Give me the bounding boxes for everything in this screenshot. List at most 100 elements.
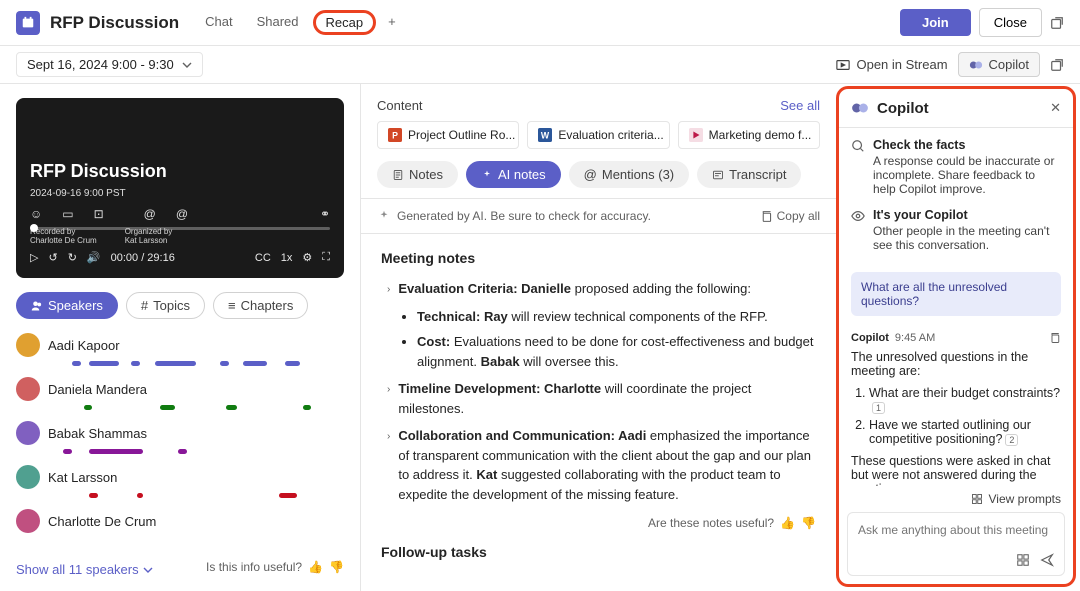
transcript-tab[interactable]: Transcript — [697, 161, 801, 188]
pin-icon[interactable]: ⊡ — [94, 207, 104, 221]
yours-title: It's your Copilot — [873, 208, 1061, 222]
popout-icon[interactable] — [1050, 57, 1064, 73]
sparkle-icon — [481, 169, 493, 181]
speaker-timeline[interactable] — [48, 537, 344, 543]
speaker-timeline[interactable] — [48, 493, 344, 499]
close-button[interactable]: Close — [979, 8, 1042, 37]
reference-badge[interactable]: 1 — [872, 402, 885, 414]
copilot-input-box — [847, 512, 1065, 576]
file-chip[interactable]: WEvaluation criteria... — [527, 121, 669, 149]
close-icon[interactable]: ✕ — [1050, 100, 1061, 116]
content-files: PProject Outline Ro... WEvaluation criter… — [361, 121, 836, 161]
play-button[interactable]: ▷ — [30, 251, 38, 264]
header: RFP Discussion Chat Shared Recap + Join … — [0, 0, 1080, 46]
chapters-tab[interactable]: ≡ Chapters — [213, 292, 308, 319]
middle-panel: Content See all PProject Outline Ro... WE… — [360, 84, 836, 591]
speaker-row[interactable]: Kat Larsson — [16, 465, 344, 499]
notes-body: Meeting notes › Evaluation Criteria: Dan… — [361, 234, 836, 591]
copy-all-button[interactable]: Copy all — [760, 209, 820, 223]
file-name: Marketing demo f... — [709, 128, 812, 142]
cc-button[interactable]: CC — [255, 252, 271, 264]
people-icon[interactable]: ⚭ — [320, 207, 330, 221]
response-item: Have we started outlining our competitiv… — [869, 418, 1061, 446]
thumbs-up-icon[interactable]: 👍 — [308, 560, 323, 574]
view-prompts-button[interactable]: View prompts — [839, 486, 1073, 512]
forward-button[interactable]: ↻ — [68, 251, 77, 264]
copilot-input[interactable] — [848, 513, 1064, 547]
facts-title: Check the facts — [873, 138, 1061, 152]
popout-icon[interactable] — [1050, 15, 1064, 31]
ai-notes-tab[interactable]: AI notes — [466, 161, 561, 188]
topics-tab[interactable]: # Topics — [126, 292, 205, 319]
open-in-stream-button[interactable]: Open in Stream — [836, 57, 947, 72]
stream-icon — [836, 58, 850, 72]
user-prompt: What are all the unresolved questions? — [851, 272, 1061, 316]
show-all-speakers[interactable]: Show all 11 speakers — [16, 562, 153, 577]
volume-button[interactable]: 🔊 — [87, 251, 101, 264]
video-player[interactable]: RFP Discussion 2024-09-16 9:00 PST ☺ ▭ ⊡… — [16, 98, 344, 278]
reference-badge[interactable]: 2 — [1005, 434, 1018, 446]
settings-icon[interactable]: ⚙ — [302, 251, 312, 264]
speaker-timeline[interactable] — [48, 405, 344, 411]
video-icon[interactable]: ▭ — [62, 207, 73, 221]
progress-bar[interactable] — [30, 227, 330, 230]
reaction-icon[interactable]: ☺ — [30, 207, 42, 221]
ai-disclaimer-text: Generated by AI. Be sure to check for ac… — [397, 209, 651, 223]
chevron-right-icon[interactable]: › — [387, 382, 390, 418]
avatar — [16, 465, 40, 489]
followup-heading: Follow-up tasks — [381, 542, 816, 563]
note-icon — [392, 169, 404, 181]
tab-chat[interactable]: Chat — [195, 10, 242, 35]
chevron-down-icon — [143, 565, 153, 575]
playback-rate[interactable]: 1x — [281, 252, 293, 264]
add-tab-button[interactable]: + — [380, 10, 404, 35]
apps-icon[interactable] — [1016, 551, 1030, 567]
chevron-right-icon[interactable]: › — [387, 282, 390, 299]
chevron-down-icon — [182, 60, 192, 70]
join-button[interactable]: Join — [900, 9, 971, 36]
chevron-right-icon[interactable]: › — [387, 429, 390, 504]
speaker-timeline[interactable] — [48, 361, 344, 367]
content-label: Content — [377, 98, 423, 113]
hash-icon: # — [141, 298, 148, 313]
copilot-toggle-button[interactable]: Copilot — [958, 52, 1040, 77]
mention-icon[interactable]: @ — [144, 207, 156, 221]
copilot-logo-icon — [851, 99, 869, 117]
date-selector[interactable]: Sept 16, 2024 9:00 - 9:30 — [16, 52, 203, 77]
rewind-button[interactable]: ↺ — [48, 251, 57, 264]
sparkle-icon — [377, 209, 391, 223]
speakers-tab[interactable]: Speakers — [16, 292, 118, 319]
send-icon[interactable] — [1040, 551, 1054, 567]
tab-recap[interactable]: Recap — [313, 10, 377, 35]
people-icon — [31, 300, 43, 312]
speaker-row[interactable]: Charlotte De Crum — [16, 509, 344, 543]
copilot-title: Copilot — [877, 100, 929, 117]
left-panel: RFP Discussion 2024-09-16 9:00 PST ☺ ▭ ⊡… — [0, 84, 360, 591]
avatar — [16, 333, 40, 357]
mention-icon[interactable]: @ — [176, 207, 188, 221]
toolbar: Sept 16, 2024 9:00 - 9:30 Open in Stream… — [0, 46, 1080, 84]
page-title: RFP Discussion — [50, 13, 179, 33]
speaker-row[interactable]: Daniela Mandera — [16, 377, 344, 411]
speaker-row[interactable]: Babak Shammas — [16, 421, 344, 455]
app-icon — [16, 11, 40, 35]
note-subitem: Technical: Ray will review technical com… — [417, 307, 816, 327]
copy-icon[interactable] — [1049, 332, 1061, 344]
speaker-name: Charlotte De Crum — [48, 514, 156, 529]
response-time: 9:45 AM — [895, 332, 935, 344]
file-chip[interactable]: PProject Outline Ro... — [377, 121, 519, 149]
file-chip[interactable]: Marketing demo f... — [678, 121, 820, 149]
header-tabs: Chat Shared Recap + — [195, 10, 404, 35]
tab-shared[interactable]: Shared — [247, 10, 309, 35]
mentions-tab[interactable]: @ Mentions (3) — [569, 161, 689, 188]
speaker-timeline[interactable] — [48, 449, 344, 455]
speaker-row[interactable]: Aadi Kapoor — [16, 333, 344, 367]
see-all-link[interactable]: See all — [780, 98, 820, 113]
thumbs-up-icon[interactable]: 👍 — [780, 514, 795, 532]
notes-tab[interactable]: Notes — [377, 161, 458, 188]
fullscreen-icon[interactable]: ⛶ — [322, 251, 330, 264]
thumbs-down-icon[interactable]: 👎 — [801, 514, 816, 532]
thumbs-down-icon[interactable]: 👎 — [329, 560, 344, 574]
search-icon — [851, 138, 865, 196]
video-timestamp: 2024-09-16 9:00 PST — [30, 188, 330, 199]
